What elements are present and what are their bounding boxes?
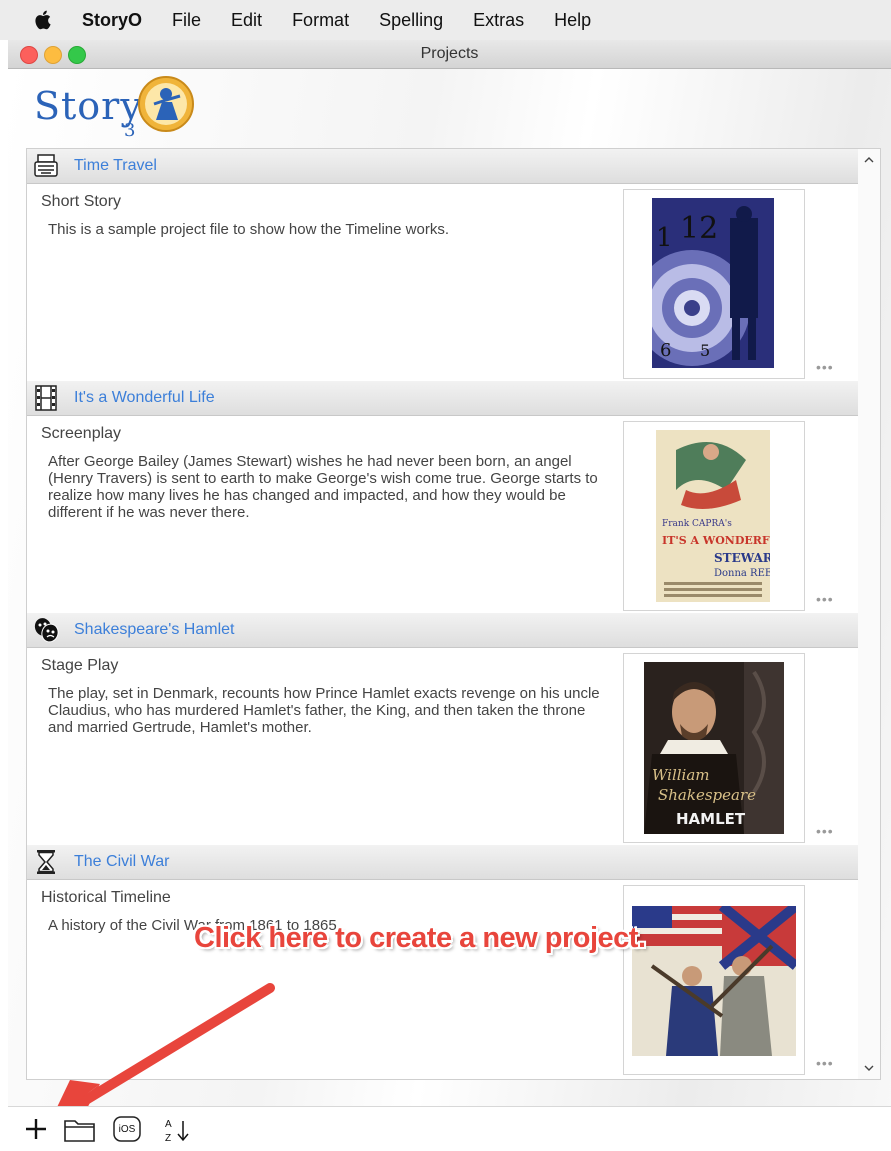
- civil-war-painting-image: [632, 906, 796, 1056]
- cover-title: HAMLET: [676, 810, 746, 828]
- annotation-callout: Click here to create a new project.: [194, 922, 646, 954]
- typewriter-icon: [34, 154, 58, 177]
- logo-badge-icon: [138, 76, 194, 132]
- menu-app-name[interactable]: StoryO: [82, 10, 142, 31]
- menu-extras[interactable]: Extras: [473, 10, 524, 31]
- project-item[interactable]: Shakespeare's Hamlet Stage Play The play…: [27, 613, 858, 845]
- project-title[interactable]: The Civil War: [74, 853, 169, 871]
- menu-spelling[interactable]: Spelling: [379, 10, 443, 31]
- minimize-button[interactable]: [44, 46, 62, 64]
- svg-text:5: 5: [700, 341, 710, 360]
- folder-icon: [64, 1120, 95, 1142]
- hourglass-icon: [37, 850, 55, 874]
- svg-text:Z: Z: [165, 1133, 171, 1144]
- project-type: Stage Play: [41, 657, 119, 674]
- project-type: Historical Timeline: [41, 889, 171, 906]
- project-header[interactable]: Time Travel: [27, 149, 858, 184]
- project-header[interactable]: The Civil War: [27, 845, 858, 880]
- apple-icon[interactable]: [34, 9, 54, 31]
- film-icon: [35, 385, 57, 411]
- close-button[interactable]: [20, 46, 38, 64]
- project-title[interactable]: Shakespeare's Hamlet: [74, 621, 234, 639]
- project-item[interactable]: Time Travel Short Story This is a sample…: [27, 149, 858, 381]
- cover-author-last: Shakespeare: [658, 786, 756, 804]
- cover-author-first: William: [652, 766, 710, 784]
- theater-masks-icon: [34, 618, 59, 643]
- project-title[interactable]: It's a Wonderful Life: [74, 389, 215, 407]
- project-type: Short Story: [41, 193, 122, 210]
- poster-star: STEWART: [714, 551, 770, 565]
- menu-file[interactable]: File: [172, 10, 201, 31]
- book-cover-image: William Shakespeare HAMLET: [644, 662, 784, 834]
- plus-icon: [26, 1119, 46, 1139]
- svg-text:A: A: [165, 1119, 172, 1130]
- project-header[interactable]: Shakespeare's Hamlet: [27, 613, 858, 648]
- add-project-button[interactable]: [22, 1115, 50, 1143]
- more-options-button[interactable]: •••: [816, 1055, 834, 1071]
- project-thumbnail[interactable]: 1 12 6 5: [623, 189, 805, 379]
- poster-title: IT'S A WONDERFUL LIFE: [662, 534, 770, 547]
- svg-text:12: 12: [680, 211, 718, 246]
- project-description: After George Bailey (James Stewart) wish…: [48, 453, 598, 521]
- logo-subscript: 3: [124, 120, 136, 141]
- sort-button[interactable]: A Z: [160, 1115, 194, 1145]
- project-type: Screenplay: [41, 425, 122, 442]
- clock-spiral-image: 1 12 6 5: [652, 198, 774, 368]
- open-folder-button[interactable]: [62, 1115, 98, 1145]
- menu-format[interactable]: Format: [292, 10, 349, 31]
- scroll-down-icon[interactable]: [858, 1057, 880, 1079]
- more-options-button[interactable]: •••: [816, 823, 834, 839]
- menu-help[interactable]: Help: [554, 10, 591, 31]
- poster-costar: Donna REED: [714, 568, 770, 579]
- window-title-bar: Projects: [8, 40, 891, 69]
- window-title: Projects: [420, 45, 479, 62]
- sort-az-icon: A Z: [165, 1119, 189, 1144]
- movie-poster-image: IT'S A WONDERFUL LIFE Frank CAPRA's STEW…: [656, 430, 770, 602]
- svg-text:1: 1: [656, 223, 673, 253]
- ios-label: iOS: [118, 1123, 136, 1135]
- project-thumbnail[interactable]: [623, 885, 805, 1075]
- ios-sync-button[interactable]: iOS: [112, 1115, 142, 1143]
- bottom-toolbar: iOS A Z: [8, 1106, 891, 1151]
- project-item[interactable]: It's a Wonderful Life Screenplay After G…: [27, 381, 858, 613]
- project-header[interactable]: It's a Wonderful Life: [27, 381, 858, 416]
- scrollbar[interactable]: [858, 148, 881, 1080]
- zoom-button[interactable]: [68, 46, 86, 64]
- poster-director: Frank CAPRA's: [662, 519, 732, 529]
- menu-bar: StoryO File Edit Format Spelling Extras …: [0, 0, 891, 40]
- more-options-button[interactable]: •••: [816, 359, 834, 375]
- svg-text:6: 6: [660, 340, 671, 361]
- project-thumbnail[interactable]: IT'S A WONDERFUL LIFE Frank CAPRA's STEW…: [623, 421, 805, 611]
- menu-edit[interactable]: Edit: [231, 10, 262, 31]
- more-options-button[interactable]: •••: [816, 591, 834, 607]
- project-description: This is a sample project file to show ho…: [48, 221, 449, 238]
- project-title[interactable]: Time Travel: [74, 157, 157, 175]
- project-description: The play, set in Denmark, recounts how P…: [48, 685, 600, 736]
- project-thumbnail[interactable]: William Shakespeare HAMLET: [623, 653, 805, 843]
- scroll-up-icon[interactable]: [858, 149, 880, 171]
